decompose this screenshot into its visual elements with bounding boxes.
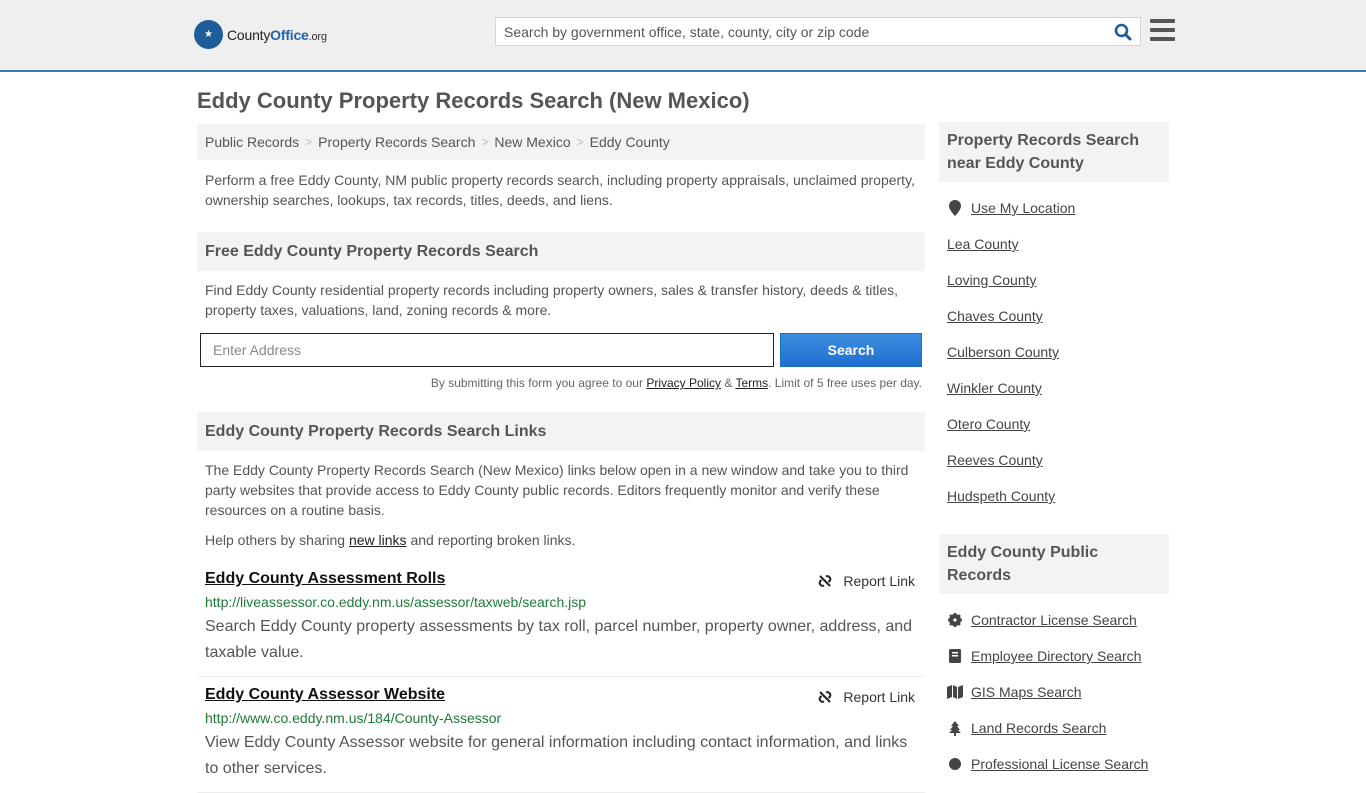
nearby-county-link[interactable]: Hudspeth County bbox=[947, 488, 1055, 504]
map-marker-icon bbox=[947, 200, 963, 216]
nearby-county-item: Lea County bbox=[947, 226, 1161, 262]
nearby-county-item: Otero County bbox=[947, 406, 1161, 442]
broken-link-icon bbox=[819, 575, 832, 587]
intro-text: Perform a free Eddy County, NM public pr… bbox=[205, 172, 915, 208]
nearby-county-link[interactable]: Winkler County bbox=[947, 380, 1042, 396]
address-search-button[interactable]: Search bbox=[780, 333, 922, 367]
main-content: Public Records > Property Records Search… bbox=[197, 124, 925, 793]
nearby-county-item: Culberson County bbox=[947, 334, 1161, 370]
public-record-item: GIS Maps Search bbox=[947, 674, 1161, 710]
free-search-heading: Free Eddy County Property Records Search bbox=[197, 232, 925, 271]
public-record-link[interactable]: GIS Maps Search bbox=[971, 684, 1082, 700]
nearby-county-link[interactable]: Reeves County bbox=[947, 452, 1043, 468]
resource-link-url[interactable]: http://www.co.eddy.nm.us/184/County-Asse… bbox=[205, 710, 917, 726]
breadcrumb-eddy-county[interactable]: Eddy County bbox=[590, 134, 670, 150]
breadcrumb-property-records[interactable]: Property Records Search bbox=[318, 134, 475, 150]
form-disclaimer: By submitting this form you agree to our… bbox=[430, 376, 922, 390]
resource-link-item: Eddy County Assessor Website Report Link… bbox=[197, 686, 925, 793]
public-record-item: Professional License Search bbox=[947, 746, 1161, 782]
breadcrumb: Public Records > Property Records Search… bbox=[197, 124, 925, 160]
map-icon bbox=[947, 685, 963, 699]
broken-link-icon bbox=[819, 691, 832, 703]
nearby-county-link[interactable]: Lea County bbox=[947, 236, 1019, 252]
public-record-link[interactable]: Employee Directory Search bbox=[971, 648, 1141, 664]
public-record-item: Employee Directory Search bbox=[947, 638, 1161, 674]
badge-icon bbox=[947, 757, 963, 771]
report-link-button[interactable]: Report Link bbox=[817, 573, 915, 589]
nearby-list: Use My Location Lea County Loving County… bbox=[939, 190, 1169, 514]
gear-icon bbox=[947, 613, 963, 627]
nearby-county-link[interactable]: Culberson County bbox=[947, 344, 1059, 360]
nearby-county-item: Chaves County bbox=[947, 298, 1161, 334]
public-record-link[interactable]: Land Records Search bbox=[971, 720, 1106, 736]
nearby-heading: Property Records Search near Eddy County bbox=[939, 122, 1169, 182]
site-logo[interactable]: ★ CountyOffice.org bbox=[194, 20, 327, 49]
public-record-item: Land Records Search bbox=[947, 710, 1161, 746]
resource-link-item: Eddy County Assessment Rolls Report Link… bbox=[197, 570, 925, 677]
privacy-policy-link[interactable]: Privacy Policy bbox=[646, 376, 721, 390]
public-records-heading: Eddy County Public Records bbox=[939, 534, 1169, 594]
breadcrumb-separator: > bbox=[305, 135, 313, 149]
help-text: Help others by sharing new links and rep… bbox=[205, 532, 576, 548]
nearby-county-item: Reeves County bbox=[947, 442, 1161, 478]
terms-link[interactable]: Terms bbox=[735, 376, 768, 390]
site-search-input[interactable] bbox=[496, 18, 1106, 45]
nearby-county-link[interactable]: Otero County bbox=[947, 416, 1030, 432]
eagle-logo-icon: ★ bbox=[194, 20, 223, 49]
breadcrumb-separator: > bbox=[576, 135, 584, 149]
resource-link-title[interactable]: Eddy County Assessment Rolls bbox=[205, 570, 445, 587]
nearby-county-item: Hudspeth County bbox=[947, 478, 1161, 514]
address-input[interactable] bbox=[200, 333, 774, 367]
site-header: ★ CountyOffice.org bbox=[0, 0, 1366, 72]
breadcrumb-public-records[interactable]: Public Records bbox=[205, 134, 299, 150]
use-location-item: Use My Location bbox=[947, 190, 1161, 226]
search-icon[interactable] bbox=[1106, 18, 1140, 45]
nearby-county-link[interactable]: Loving County bbox=[947, 272, 1037, 288]
book-icon bbox=[947, 649, 963, 663]
public-record-link[interactable]: Contractor License Search bbox=[971, 612, 1137, 628]
report-link-button[interactable]: Report Link bbox=[817, 689, 915, 705]
hamburger-menu-icon[interactable] bbox=[1150, 19, 1175, 41]
public-record-item: Contractor License Search bbox=[947, 602, 1161, 638]
use-my-location-link[interactable]: Use My Location bbox=[971, 200, 1075, 216]
nearby-county-item: Loving County bbox=[947, 262, 1161, 298]
links-section-heading: Eddy County Property Records Search Link… bbox=[197, 412, 925, 451]
new-links-link[interactable]: new links bbox=[349, 532, 407, 548]
resource-link-url[interactable]: http://liveassessor.co.eddy.nm.us/assess… bbox=[205, 594, 917, 610]
nearby-county-item: Winkler County bbox=[947, 370, 1161, 406]
resource-link-description: View Eddy County Assessor website for ge… bbox=[205, 734, 908, 777]
site-search bbox=[495, 17, 1141, 46]
page-title: Eddy County Property Records Search (New… bbox=[197, 88, 750, 113]
free-search-description: Find Eddy County residential property re… bbox=[205, 282, 899, 318]
resource-link-description: Search Eddy County property assessments … bbox=[205, 618, 913, 661]
resource-link-title[interactable]: Eddy County Assessor Website bbox=[205, 686, 445, 703]
sidebar: Property Records Search near Eddy County… bbox=[939, 122, 1169, 782]
nearby-county-link[interactable]: Chaves County bbox=[947, 308, 1043, 324]
tree-icon bbox=[947, 720, 963, 736]
public-records-list: Contractor License Search Employee Direc… bbox=[939, 602, 1169, 782]
links-section-description: The Eddy County Property Records Search … bbox=[205, 462, 909, 518]
breadcrumb-new-mexico[interactable]: New Mexico bbox=[494, 134, 570, 150]
breadcrumb-separator: > bbox=[481, 135, 489, 149]
address-search-form: Search bbox=[197, 333, 925, 367]
public-record-link[interactable]: Professional License Search bbox=[971, 756, 1148, 772]
